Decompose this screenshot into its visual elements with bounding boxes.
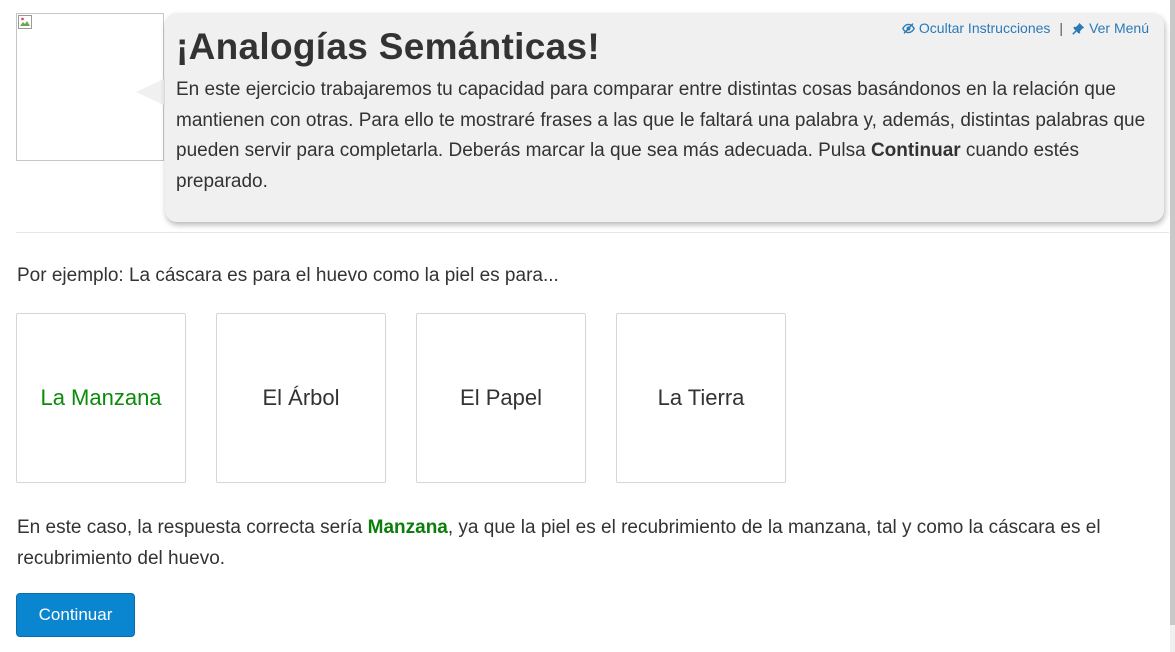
correct-answer-highlight: Manzana [367, 517, 448, 538]
option-label: La Tierra [657, 385, 745, 410]
option-card-arbol[interactable]: El Árbol [216, 313, 386, 483]
view-menu-link[interactable]: Ver Menú [1072, 20, 1149, 36]
option-label: El Papel [460, 385, 542, 410]
option-card-papel[interactable]: El Papel [416, 313, 586, 483]
continue-button[interactable]: Continuar [16, 593, 135, 637]
instructions-links: Ocultar Instrucciones | Ver Menú [901, 20, 1149, 36]
explanation-start: En este caso, la respuesta correcta serí… [17, 517, 368, 538]
option-card-manzana[interactable]: La Manzana [16, 313, 186, 483]
speech-bubble-pointer [136, 78, 166, 106]
instructions-text: En este ejercicio trabajaremos tu capaci… [176, 75, 1153, 197]
scrollbar-thumb[interactable] [1170, 0, 1175, 625]
hide-instructions-label: Ocultar Instrucciones [918, 20, 1051, 36]
view-menu-label: Ver Menú [1089, 20, 1149, 36]
answer-options: La Manzana El Árbol El Papel La Tierra [16, 313, 786, 483]
broken-image-icon [18, 15, 32, 29]
instructions-bubble: Ocultar Instrucciones | Ver Menú ¡Analog… [165, 13, 1164, 222]
example-explanation: En este caso, la respuesta correcta serí… [17, 513, 1137, 574]
eye-slash-icon [901, 22, 915, 34]
section-divider [16, 232, 1169, 233]
hide-instructions-link[interactable]: Ocultar Instrucciones [901, 20, 1051, 36]
links-separator: | [1059, 20, 1064, 36]
instructions-text-bold: Continuar [870, 140, 961, 161]
scrollbar-track[interactable] [1170, 0, 1175, 652]
option-label: El Árbol [262, 385, 340, 410]
example-prompt: Por ejemplo: La cáscara es para el huevo… [17, 265, 559, 286]
exercise-page: Ocultar Instrucciones | Ver Menú ¡Analog… [0, 0, 1175, 652]
thumbtack-icon [1072, 22, 1085, 35]
option-label: La Manzana [40, 385, 162, 410]
option-card-tierra[interactable]: La Tierra [616, 313, 786, 483]
